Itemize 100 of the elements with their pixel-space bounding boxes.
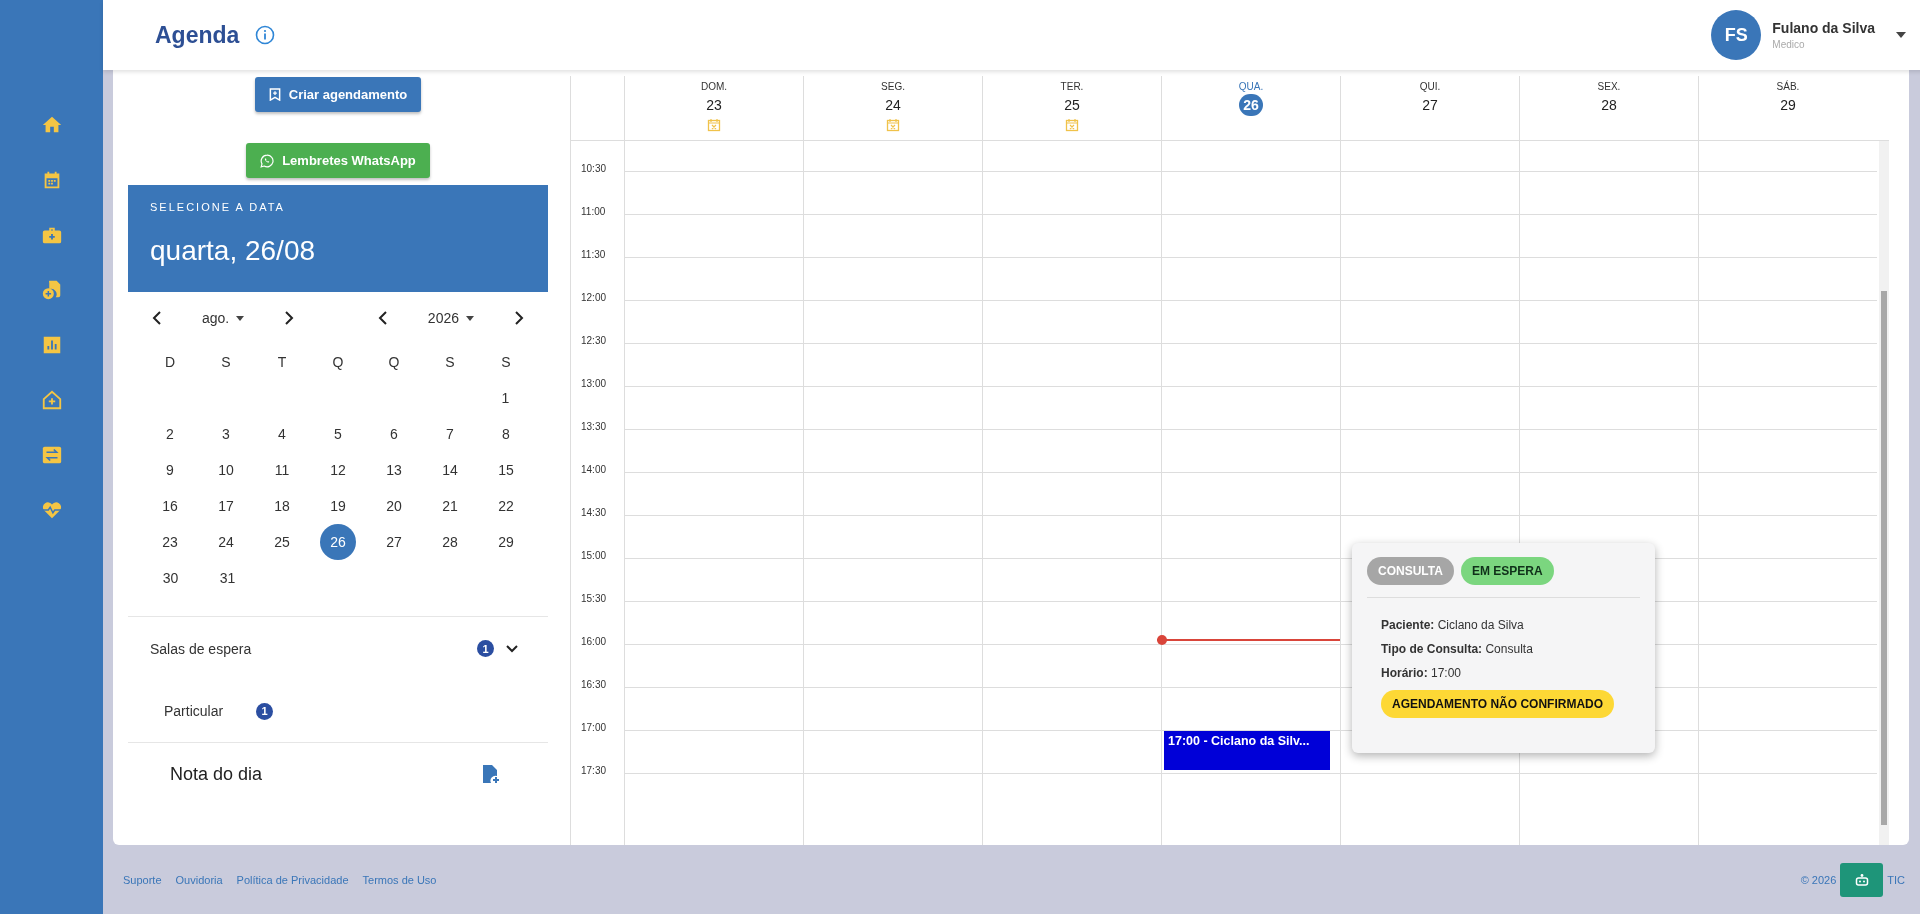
- whatsapp-icon: [260, 153, 275, 168]
- assistant-button[interactable]: [1840, 862, 1884, 897]
- nav-item[interactable]: [40, 499, 63, 521]
- calendar-day[interactable]: 29: [488, 524, 524, 560]
- calendar-day[interactable]: 23: [152, 524, 188, 560]
- calendar-day[interactable]: 4: [264, 416, 300, 452]
- calendar-day[interactable]: 17: [208, 488, 244, 524]
- time-label: 15:00: [580, 550, 608, 563]
- date-heading[interactable]: 23: [702, 94, 726, 116]
- date-heading[interactable]: 28: [1597, 94, 1621, 116]
- appointment-detail: Paciente: Ciclano da Silva: [1381, 618, 1525, 632]
- calendar-day[interactable]: 2: [152, 416, 188, 452]
- weekday-label: S: [500, 353, 512, 372]
- weekday-label: D: [163, 353, 177, 372]
- calendar-day[interactable]: 31: [209, 560, 246, 596]
- count-badge: 1: [477, 640, 494, 657]
- calendar-day[interactable]: 3: [208, 416, 244, 452]
- month-select[interactable]: ago.: [202, 310, 245, 326]
- calendar-day[interactable]: 16: [152, 488, 188, 524]
- time-label: 10:30: [580, 163, 608, 176]
- nav-item[interactable]: [40, 389, 63, 411]
- time-label: 16:30: [580, 679, 608, 692]
- calendar-day[interactable]: 8: [488, 416, 524, 452]
- calendar-day[interactable]: 6: [376, 416, 412, 452]
- calendar-day[interactable]: 26: [320, 524, 356, 560]
- calendar-day[interactable]: 12: [320, 452, 356, 488]
- date-caption: SELECIONE A DATA: [150, 201, 286, 213]
- weekday-heading: SEG.: [881, 81, 905, 92]
- chevron-icon[interactable]: [506, 644, 518, 653]
- time-label: 13:00: [580, 378, 608, 391]
- date-heading[interactable]: 25: [1060, 94, 1084, 116]
- waiting-rooms-label: Salas de espera: [150, 640, 253, 657]
- date-heading[interactable]: 26: [1239, 94, 1263, 116]
- calendar-day[interactable]: 1: [487, 380, 524, 416]
- status-tag: EM ESPERA: [1460, 557, 1554, 585]
- time-label: 14:30: [580, 507, 608, 520]
- user-avatar[interactable]: FS: [1711, 10, 1762, 60]
- add-note-icon[interactable]: [482, 764, 500, 784]
- create-button[interactable]: Criar agendamento: [254, 77, 422, 112]
- status-tag: CONSULTA: [1367, 557, 1454, 585]
- house-plus-icon: [40, 389, 63, 411]
- file-plus-icon: [40, 279, 63, 301]
- user-role: Medico: [1772, 39, 1806, 50]
- calendar-day[interactable]: 30: [152, 560, 189, 596]
- count-badge: 1: [256, 702, 274, 720]
- calendar-day[interactable]: 11: [264, 452, 300, 488]
- calendar-day[interactable]: 14: [432, 452, 468, 488]
- date-heading[interactable]: 27: [1418, 94, 1442, 116]
- time-label: 15:30: [580, 593, 608, 606]
- calendar-day[interactable]: 13: [376, 452, 412, 488]
- nav-item[interactable]: [40, 444, 63, 466]
- calendar-day[interactable]: 25: [264, 524, 300, 560]
- calendar-day[interactable]: 5: [320, 416, 356, 452]
- date-heading[interactable]: 24: [881, 94, 905, 116]
- calendar-day[interactable]: 22: [488, 488, 524, 524]
- calendar-day[interactable]: 27: [376, 524, 412, 560]
- calendar-day[interactable]: 7: [432, 416, 468, 452]
- time-label: 14:00: [580, 464, 608, 477]
- time-label: 17:30: [580, 765, 608, 778]
- calendar-day[interactable]: 15: [488, 452, 524, 488]
- previous-month-icon[interactable]: [152, 311, 162, 325]
- selected-date: quarta, 26/08: [150, 235, 317, 267]
- weekday-label: T: [276, 353, 288, 372]
- time-label: 12:30: [580, 335, 608, 348]
- calendar-day[interactable]: 20: [376, 488, 412, 524]
- nav-item[interactable]: [40, 279, 63, 301]
- weekday-label: Q: [387, 353, 401, 372]
- appointment-detail: Tipo de Consulta: Consulta: [1381, 642, 1534, 656]
- year-select[interactable]: 2026: [427, 310, 474, 326]
- swap-icon: [40, 444, 63, 466]
- appointment-event[interactable]: 17:00 - Ciclano da Silv...: [1164, 731, 1330, 770]
- next-year-icon[interactable]: [514, 311, 524, 325]
- time-label: 11:30: [580, 249, 607, 262]
- note-title: Nota do dia: [170, 763, 263, 785]
- calendar-day[interactable]: 18: [264, 488, 300, 524]
- time-label: 13:30: [580, 421, 608, 434]
- info-icon[interactable]: [255, 25, 276, 45]
- time-label: 17:00: [580, 722, 608, 735]
- calendar-day[interactable]: 19: [320, 488, 356, 524]
- time-label: 16:00: [580, 636, 608, 649]
- robot-icon: [1853, 871, 1870, 888]
- calendar-day[interactable]: 10: [208, 452, 244, 488]
- scrollbar-thumb[interactable]: [1881, 291, 1887, 825]
- user-name: Fulano da Silva: [1772, 20, 1875, 36]
- weekday-label: S: [220, 353, 232, 372]
- room-name[interactable]: Particular: [164, 703, 224, 719]
- date-heading[interactable]: 29: [1776, 94, 1800, 116]
- time-label: 12:00: [580, 292, 608, 305]
- bookmark-plus-icon: [268, 88, 281, 101]
- previous-year-icon[interactable]: [377, 311, 388, 325]
- caret-icon[interactable]: [1895, 31, 1907, 39]
- calendar-day[interactable]: 9: [152, 452, 188, 488]
- weekday-heading: QUA.: [1238, 81, 1264, 92]
- calendar-day[interactable]: 21: [432, 488, 468, 524]
- copyright-text: TIC: [1887, 873, 1905, 886]
- copyright-text: © 2026: [1800, 873, 1837, 886]
- next-month-icon[interactable]: [284, 311, 295, 325]
- calendar-day[interactable]: 24: [208, 524, 244, 560]
- weekday-heading: DOM.: [700, 81, 728, 92]
- calendar-day[interactable]: 28: [432, 524, 468, 560]
